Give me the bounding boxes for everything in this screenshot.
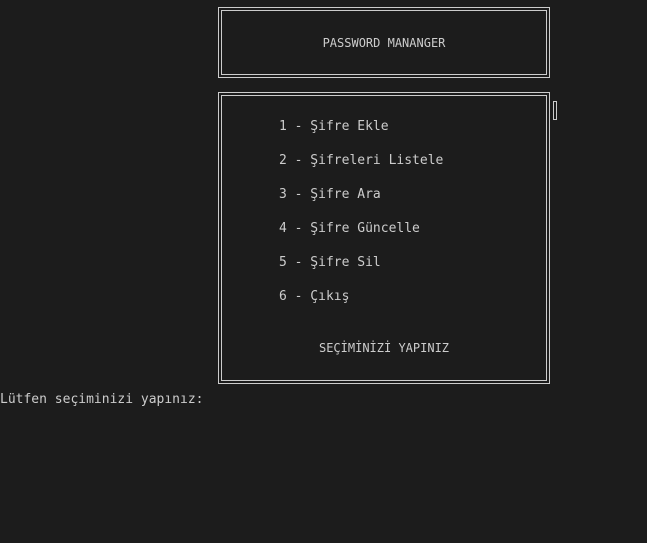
menu-item-search[interactable]: 3 - Şifre Ara: [279, 187, 381, 202]
menu-item-delete[interactable]: 5 - Şifre Sil: [279, 255, 381, 270]
menu-item-add[interactable]: 1 - Şifre Ekle: [279, 119, 389, 134]
menu-item-update[interactable]: 4 - Şifre Güncelle: [279, 221, 420, 236]
menu-box: 1 - Şifre Ekle 2 - Şifreleri Listele 3 -…: [218, 92, 550, 384]
menu-item-list[interactable]: 2 - Şifreleri Listele: [279, 153, 443, 168]
menu-item-exit[interactable]: 6 - Çıkış: [279, 289, 349, 304]
page-title: PASSWORD MANANGER: [322, 36, 446, 50]
title-box: PASSWORD MANANGER: [218, 7, 550, 78]
input-prompt[interactable]: Lütfen seçiminizi yapınız:: [0, 392, 204, 407]
text-cursor: [553, 101, 557, 120]
menu-prompt: SEÇİMİNİZİ YAPINIZ: [318, 341, 450, 355]
